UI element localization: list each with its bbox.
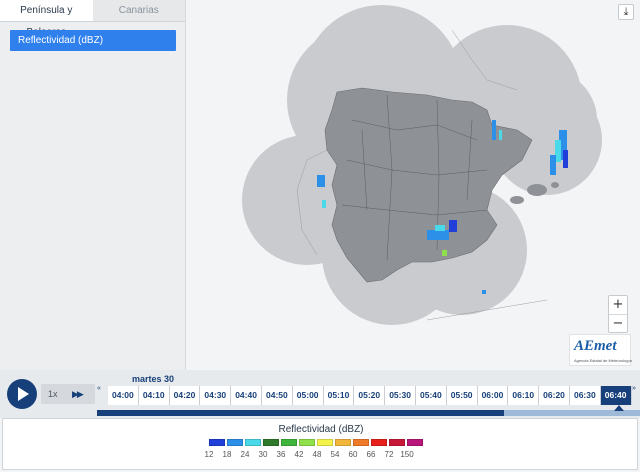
legend-swatch	[299, 439, 315, 446]
tab-peninsula-baleares[interactable]: Península y Baleares	[0, 0, 93, 38]
legend-values: 12 18 24 30 36 42 48 54 60 66 72 150	[200, 450, 416, 459]
zoom-in-button[interactable]: +	[609, 296, 627, 314]
radar-map[interactable]: ⤓ + − AEmet Agencia Estatal de Meteorolo…	[187, 0, 640, 370]
day-label: martes 30	[132, 374, 175, 384]
fast-forward-icon[interactable]: ▶▶	[72, 384, 84, 404]
download-button[interactable]: ⤓	[618, 4, 634, 20]
time-step[interactable]: 05:30	[385, 386, 416, 405]
legend-swatch	[281, 439, 297, 446]
legend-swatch	[389, 439, 405, 446]
legend-value: 66	[366, 450, 376, 459]
legend-value: 48	[312, 450, 322, 459]
time-step[interactable]: 05:00	[293, 386, 324, 405]
legend-value: 18	[222, 450, 232, 459]
legend-value: 30	[258, 450, 268, 459]
time-steps: 04:00 04:10 04:20 04:30 04:40 04:50 05:00 05:10…	[108, 386, 632, 405]
speed-control[interactable]: 1x ▶▶	[41, 384, 95, 404]
time-step[interactable]: 04:20	[170, 386, 201, 405]
time-step[interactable]: 04:00	[108, 386, 139, 405]
legend-swatch	[209, 439, 225, 446]
logo-subtitle: Agencia Estatal de Meteorología	[574, 358, 632, 363]
timeline-bar: 1x ▶▶ « » martes 30 04:00 04:10 04:20 04:30…	[0, 370, 640, 418]
time-step[interactable]: 05:50	[447, 386, 478, 405]
time-step[interactable]: 04:40	[231, 386, 262, 405]
legend-swatches	[209, 439, 425, 446]
legend-value: 150	[400, 450, 414, 459]
legend-value: 72	[384, 450, 394, 459]
time-step[interactable]: 04:10	[139, 386, 170, 405]
legend: Reflectividad (dBZ) 12 18 24 30 36 42 48 54 60 66…	[2, 418, 638, 470]
play-button[interactable]	[7, 379, 37, 409]
legend-swatch	[317, 439, 333, 446]
time-step[interactable]: 06:10	[508, 386, 540, 405]
time-step[interactable]: 06:40	[600, 386, 632, 405]
time-step[interactable]: 06:20	[539, 386, 570, 405]
map-canvas	[242, 5, 602, 325]
time-step[interactable]: 05:20	[354, 386, 386, 405]
zoom-out-button[interactable]: −	[609, 314, 627, 332]
timeline-marker-icon[interactable]	[614, 405, 624, 411]
timeline-scroll-right-icon[interactable]: »	[632, 385, 636, 392]
logo-mark: AEmet	[574, 338, 617, 354]
timeline-scroll-left-icon[interactable]: «	[97, 385, 101, 392]
speed-label: 1x	[48, 389, 58, 399]
legend-value: 42	[294, 450, 304, 459]
legend-value: 60	[348, 450, 358, 459]
region-tabs: Península y Baleares Canarias	[0, 0, 185, 38]
left-panel: Península y Baleares Canarias Reflectivi…	[0, 0, 186, 370]
legend-value: 12	[204, 450, 214, 459]
time-step[interactable]: 04:50	[262, 386, 293, 405]
legend-title: Reflectividad (dBZ)	[278, 424, 364, 435]
layer-item-reflectividad[interactable]: Reflectividad (dBZ)	[10, 30, 176, 51]
legend-value: 24	[240, 450, 250, 459]
time-step[interactable]: 05:40	[416, 386, 447, 405]
legend-value: 36	[276, 450, 286, 459]
download-icon: ⤓	[623, 6, 629, 18]
legend-swatch	[407, 439, 423, 446]
legend-value: 54	[330, 450, 340, 459]
time-step[interactable]: 05:10	[324, 386, 355, 405]
legend-swatch	[371, 439, 387, 446]
timeline-progress-track[interactable]	[97, 405, 640, 416]
legend-swatch	[335, 439, 351, 446]
time-step[interactable]: 06:00	[478, 386, 509, 405]
aemet-logo: AEmet Agencia Estatal de Meteorología	[569, 334, 632, 366]
time-step[interactable]: 06:30	[570, 386, 601, 405]
radar-viewer: Península y Baleares Canarias Reflectivi…	[0, 0, 640, 472]
tab-canarias[interactable]: Canarias	[92, 0, 185, 22]
zoom-control: + −	[608, 295, 628, 333]
timeline-progress-fill	[97, 410, 505, 416]
legend-swatch	[227, 439, 243, 446]
legend-swatch	[245, 439, 261, 446]
legend-swatch	[263, 439, 279, 446]
time-step[interactable]: 04:30	[200, 386, 232, 405]
legend-swatch	[353, 439, 369, 446]
